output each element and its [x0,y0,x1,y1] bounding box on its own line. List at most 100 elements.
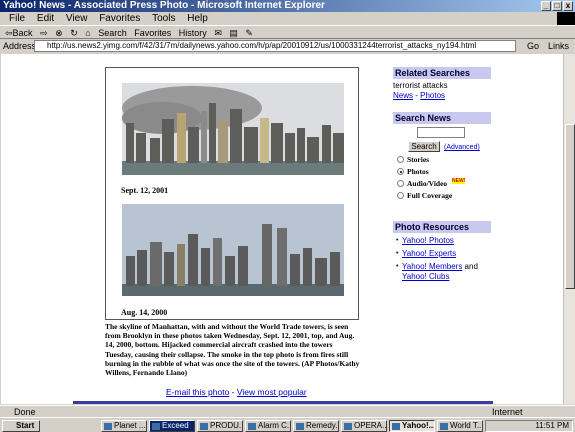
menu-view[interactable]: View [66,13,88,24]
photo-caption-top: Sept. 12, 2001 [121,186,169,195]
photo-caption-bottom: Aug. 14, 2000 [121,308,168,317]
taskbar-item-label: World T... [450,421,483,430]
title-bar: Yahoo! News - Associated Press Photo - M… [0,0,575,12]
scrollbar-thumb[interactable] [565,124,575,289]
app-icon [392,423,400,430]
forward-button[interactable]: ⇨ [40,28,48,38]
stop-icon[interactable]: ⊗ [55,28,63,38]
menu-help[interactable]: Help [187,13,208,24]
taskbar-item-planet[interactable]: Planet ... [101,420,147,432]
home-icon[interactable]: ⌂ [85,28,90,38]
link-separator: - [229,387,237,397]
menu-favorites[interactable]: Favorites [99,13,140,24]
taskbar-item-label: OPERA... [354,421,387,430]
resource-yahoo-clubs[interactable]: Yahoo! Clubs [402,272,449,281]
app-icon [440,423,448,430]
bullet-icon: • [396,263,399,270]
search-news-header: Search News [393,112,491,124]
taskbar-item-exceed[interactable]: Exceed [149,420,195,432]
windows-logo-icon [557,12,575,25]
advanced-search-link[interactable]: (Advanced) [444,144,480,151]
skyline-photo-2001 [122,83,344,175]
close-button[interactable]: x [563,1,573,11]
clock: 11:51 PM [535,421,569,430]
taskbar-item-produ[interactable]: PRODU... [197,420,243,432]
go-button[interactable]: Go [527,39,539,53]
view-most-popular-link[interactable]: View most popular [237,387,307,397]
resource-yahoo-members[interactable]: Yahoo! Members [402,262,462,271]
start-button[interactable]: Start [2,420,40,432]
edit-icon[interactable]: ✎ [245,28,253,38]
taskbar-item-label: Exceed [162,421,189,430]
app-icon [104,423,112,430]
radio-photos[interactable] [397,168,404,175]
photo-links: E-mail this photo - View most popular [166,387,307,397]
page-content: Sept. 12, 2001 Aug. 14, 2000 The skyline… [1,54,563,404]
resource-yahoo-photos[interactable]: Yahoo! Photos [402,236,454,245]
links-button[interactable]: Links [548,39,569,53]
photo-description: The skyline of Manhattan, with and witho… [105,322,361,377]
footer-divider [73,401,493,404]
address-input[interactable]: http://us.news2.yimg.com/f/42/31/7m/dail… [34,40,516,52]
app-icon [200,423,208,430]
email-photo-link[interactable]: E-mail this photo [166,387,229,397]
menu-tools[interactable]: Tools [152,13,175,24]
resource-members-line: Yahoo! Members and [402,262,478,271]
app-icon [248,423,256,430]
favorites-button[interactable]: Favorites [134,28,171,38]
taskbar-item-world[interactable]: World T... [437,420,483,432]
bullet-icon: • [396,237,399,244]
taskbar: Start Planet ... Exceed PRODU... Alarm C… [0,417,575,432]
taskbar-item-label: Planet ... [114,421,146,430]
system-tray: 11:51 PM [485,420,573,432]
taskbar-item-opera[interactable]: OPERA... [341,420,387,432]
skyline-photo-2000 [122,204,344,296]
radio-label-photos: Photos [407,167,429,176]
taskbar-item-label: Remedy... [306,421,339,430]
taskbar-item-remedy[interactable]: Remedy... [293,420,339,432]
status-text: Done [14,407,36,417]
taskbar-item-label: Alarm C... [258,421,291,430]
radio-label-audio-video: Audio/Video [407,179,448,188]
resource-and: and [462,262,478,271]
menu-bar: File Edit View Favorites Tools Help [0,12,575,25]
menu-edit[interactable]: Edit [37,13,54,24]
related-news-link[interactable]: News [393,91,413,100]
menu-file[interactable]: File [9,13,25,24]
related-links: News - Photos [393,91,445,100]
related-term: terrorist attacks [393,81,448,90]
new-badge: NEW! [452,178,466,184]
taskbar-item-yahoo[interactable]: Yahoo!... [389,420,435,432]
radio-audio-video[interactable] [397,180,404,187]
back-button[interactable]: ⇦Back [5,28,33,38]
maximize-button[interactable]: □ [552,1,562,11]
photo-resources-header: Photo Resources [393,221,491,233]
taskbar-item-label: PRODU... [210,421,243,430]
related-searches-header: Related Searches [393,67,491,79]
search-button[interactable]: Search [98,28,127,38]
radio-stories[interactable] [397,156,404,163]
taskbar-item-label: Yahoo!... [402,421,435,430]
photo-description-text: The skyline of Manhattan, with and witho… [105,322,360,378]
print-icon[interactable]: ▤ [229,28,238,38]
radio-full-coverage[interactable] [397,192,404,199]
search-input[interactable] [417,127,465,138]
status-bar: Done Internet [0,405,575,417]
vertical-scrollbar[interactable] [563,54,575,404]
refresh-icon[interactable]: ↻ [70,28,78,38]
app-icon [152,423,160,430]
search-submit-button[interactable]: Search [408,141,440,152]
bullet-icon: • [396,250,399,257]
related-photos-link[interactable]: Photos [420,91,445,100]
minimize-button[interactable]: _ [541,1,551,11]
photo-frame: Sept. 12, 2001 Aug. 14, 2000 [105,67,359,320]
window-title: Yahoo! News - Associated Press Photo - M… [3,0,325,11]
mail-icon[interactable]: ✉ [214,28,222,38]
radio-label-full-coverage: Full Coverage [407,191,453,200]
toolbar: ⇦Back ⇨ ⊗ ↻ ⌂ Search Favorites History ✉… [0,25,575,39]
history-button[interactable]: History [179,28,207,38]
radio-label-stories: Stories [407,155,430,164]
resource-yahoo-experts[interactable]: Yahoo! Experts [402,249,456,258]
taskbar-item-alarm[interactable]: Alarm C... [245,420,291,432]
app-icon [344,423,352,430]
